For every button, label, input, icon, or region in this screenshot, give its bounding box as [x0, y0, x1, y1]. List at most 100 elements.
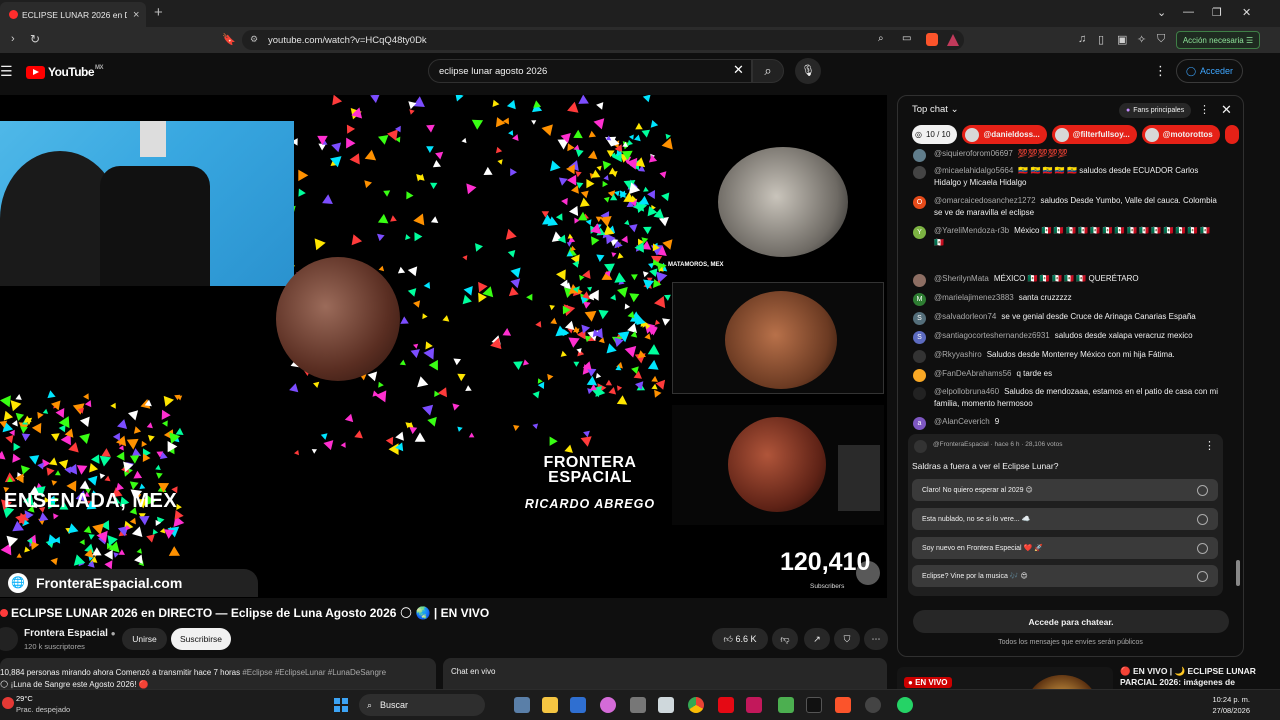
chat-username[interactable]: @omarcaicedosanchez1272: [934, 196, 1036, 205]
poll-option[interactable]: Eclipse? Vine por la musica 🎶 😍: [912, 565, 1218, 587]
brave-shield-icon[interactable]: [926, 33, 938, 46]
chat-message[interactable]: @FanDeAbrahams56 q tarde es: [913, 368, 1218, 382]
copilot-icon[interactable]: [600, 697, 616, 713]
chat-message[interactable]: Y @YareliMendoza-r3b México 🇲🇽 🇲🇽 🇲🇽 🇲🇽 🇲🇽…: [913, 225, 1218, 248]
tab-search-icon[interactable]: ⌄: [1157, 6, 1166, 19]
chat-message[interactable]: S @santiagocorteshernandez6931 saludos des…: [913, 330, 1218, 344]
netflix-icon[interactable]: [718, 697, 734, 713]
whatsapp-icon[interactable]: [897, 697, 913, 713]
chat-username[interactable]: @siquieroforom06697: [934, 149, 1013, 158]
ticker-item[interactable]: [1224, 125, 1239, 144]
chat-message[interactable]: @siquieroforom06697 💯💯💯💯💯: [913, 148, 1218, 162]
ticker-item[interactable]: @danieldoss...: [962, 125, 1047, 144]
search-button[interactable]: ⌕: [752, 59, 784, 83]
steam-icon[interactable]: [865, 697, 881, 713]
next-arrow-icon[interactable]: [856, 561, 880, 585]
action-needed-button[interactable]: Acción necesaria ☰: [1176, 31, 1260, 49]
poll-option[interactable]: Claro! No quiero esperar al 2029 😉: [912, 479, 1218, 501]
start-button[interactable]: [334, 698, 348, 712]
reload-icon[interactable]: ↻: [30, 32, 40, 46]
sign-in-button[interactable]: ◯ Acceder: [1176, 59, 1243, 83]
brave-rewards-icon[interactable]: [947, 34, 959, 46]
maximize-icon[interactable]: ❐: [1212, 6, 1222, 19]
chat-username[interactable]: @FanDeAbrahams56: [934, 369, 1012, 378]
minimize-icon[interactable]: —: [1183, 6, 1194, 18]
sign-in-to-chat-button[interactable]: Accede para chatear.: [913, 610, 1229, 633]
poll-option[interactable]: Soy nuevo en Frontera Especial ❤️ 🚀: [912, 537, 1218, 559]
chat-username[interactable]: @AlanCeverich: [934, 417, 990, 426]
poll-more-icon[interactable]: ⋮: [1204, 439, 1215, 452]
video-player[interactable]: MATAMOROS, MEX ENSENADA, MEX FRONTERA ES…: [0, 95, 887, 598]
store-icon[interactable]: [630, 697, 646, 713]
close-chat-icon[interactable]: ✕: [1221, 102, 1232, 118]
brave-icon[interactable]: [835, 697, 851, 713]
taskbar-search[interactable]: ⌕ Buscar: [359, 694, 485, 716]
chat-username[interactable]: @marielajimenez3883: [934, 293, 1014, 302]
save-button[interactable]: ⛉: [834, 628, 860, 650]
chat-message[interactable]: a @AlanCeverich 9: [913, 416, 1218, 430]
desc-hashtags[interactable]: #Eclipse #EclipseLunar #LunaDeSangre: [242, 668, 386, 677]
vpn-icon[interactable]: ⛉: [1157, 33, 1165, 46]
like-button[interactable]: 👍︎ 6.6 K: [712, 628, 768, 650]
ticker-item[interactable]: @filterfullsoy...: [1051, 125, 1137, 144]
cast-icon[interactable]: ▭: [902, 33, 911, 44]
ticker-item[interactable]: @motorottos: [1141, 125, 1220, 144]
dislike-button[interactable]: 👎︎: [772, 628, 798, 650]
poll-option[interactable]: Esta nublado, no se si lo vere... ☁️: [912, 508, 1218, 530]
close-window-icon[interactable]: ✕: [1242, 6, 1251, 19]
chat-scroll-thumb[interactable]: [1236, 560, 1240, 586]
chat-message[interactable]: M @marielajimenez3883 santa cruzzzzz: [913, 292, 1218, 306]
media-icon[interactable]: ♫: [1078, 33, 1086, 45]
zoom-icon[interactable]: ⌕: [878, 33, 884, 44]
chat-message[interactable]: @micaelahidalgo5664 🇪🇨 🇪🇨 🇪🇨 🇪🇨 🇪🇨 saludo…: [913, 165, 1218, 188]
chat-username[interactable]: @santiagocorteshernandez6931: [934, 331, 1050, 340]
mail-icon[interactable]: [570, 697, 586, 713]
ticker-count[interactable]: ◎ 10 / 10: [912, 125, 958, 144]
top-fans-button[interactable]: ● Fans principales: [1119, 103, 1192, 118]
related-video-title[interactable]: 🔴 EN VIVO | 🌙 ECLIPSE LUNAR PARCIAL 2026…: [1120, 666, 1270, 688]
ai-icon[interactable]: ✧: [1137, 33, 1146, 46]
youtube-logo[interactable]: YouTube MX: [26, 65, 104, 79]
join-button[interactable]: Unirse: [122, 628, 167, 650]
game-icon[interactable]: [778, 697, 794, 713]
chat-username[interactable]: @salvadorleon74: [934, 312, 996, 321]
chat-username[interactable]: @micaelahidalgo5664: [934, 166, 1013, 175]
chat-message[interactable]: O @omarcaicedosanchez1272 saludos Desde Yu…: [913, 195, 1218, 218]
task-view-icon[interactable]: [514, 697, 530, 713]
channel-avatar[interactable]: [0, 627, 18, 651]
chat-message[interactable]: @Rkyyashiro Saludos desde Monterrey Méxic…: [913, 349, 1218, 363]
voice-search-button[interactable]: 🎙: [795, 58, 821, 84]
forward-icon[interactable]: ›: [11, 33, 15, 45]
chat-username[interactable]: @SherilynMata: [934, 274, 989, 283]
chat-mode-dropdown[interactable]: Top chat ⌄: [912, 104, 959, 115]
chat-message[interactable]: S @salvadorleon74 se ve genial desde Cruce…: [913, 311, 1218, 325]
more-options-icon[interactable]: ⋮: [1154, 63, 1167, 79]
chrome-icon[interactable]: [688, 697, 704, 713]
chat-username[interactable]: @Rkyyashiro: [934, 350, 982, 359]
address-bar[interactable]: ⚙ youtube.com/watch?v=HCqQ48ty0Dk ⌕ ▭: [242, 30, 964, 50]
weather-widget[interactable]: 29°C Prac. despejado: [16, 693, 70, 715]
share-button[interactable]: ↗: [804, 628, 830, 650]
menu-icon[interactable]: ☰: [0, 63, 13, 80]
clear-search-icon[interactable]: ✕: [733, 62, 744, 78]
site-info-icon[interactable]: ⚙: [250, 34, 258, 45]
wallet-icon[interactable]: ▣: [1117, 33, 1127, 46]
chat-message[interactable]: @elpollobruna460 Saludos de mendozaaa, es…: [913, 386, 1218, 409]
sidebar-icon[interactable]: ▯: [1098, 33, 1104, 46]
chat-username[interactable]: @YareliMendoza-r3b: [934, 226, 1009, 235]
channel-name[interactable]: Frontera Espacial ●: [24, 628, 116, 639]
chat-username[interactable]: @elpollobruna460: [934, 387, 999, 396]
new-tab-icon[interactable]: +: [154, 4, 163, 21]
chat-message[interactable]: @SherilynMata MÉXICO 🇲🇽 🇲🇽 🇲🇽 🇲🇽 🇲🇽 QUERÉ…: [913, 273, 1218, 287]
subscribe-button[interactable]: Suscribirse: [171, 628, 231, 650]
file-explorer-icon[interactable]: [542, 697, 558, 713]
browser-tab[interactable]: ECLIPSE LUNAR 2026 en DIRE ×: [0, 2, 146, 27]
tiktok-icon[interactable]: [806, 697, 822, 713]
chat-more-icon[interactable]: ⋮: [1199, 103, 1210, 116]
calculator-icon[interactable]: [658, 697, 674, 713]
close-tab-icon[interactable]: ×: [133, 9, 139, 21]
chat-scrollbar[interactable]: [1236, 150, 1240, 590]
bookmark-icon[interactable]: 🔖: [222, 33, 236, 46]
mcafee-icon[interactable]: [746, 697, 762, 713]
system-clock[interactable]: 10:24 p. m. 27/08/2026: [1200, 694, 1250, 716]
